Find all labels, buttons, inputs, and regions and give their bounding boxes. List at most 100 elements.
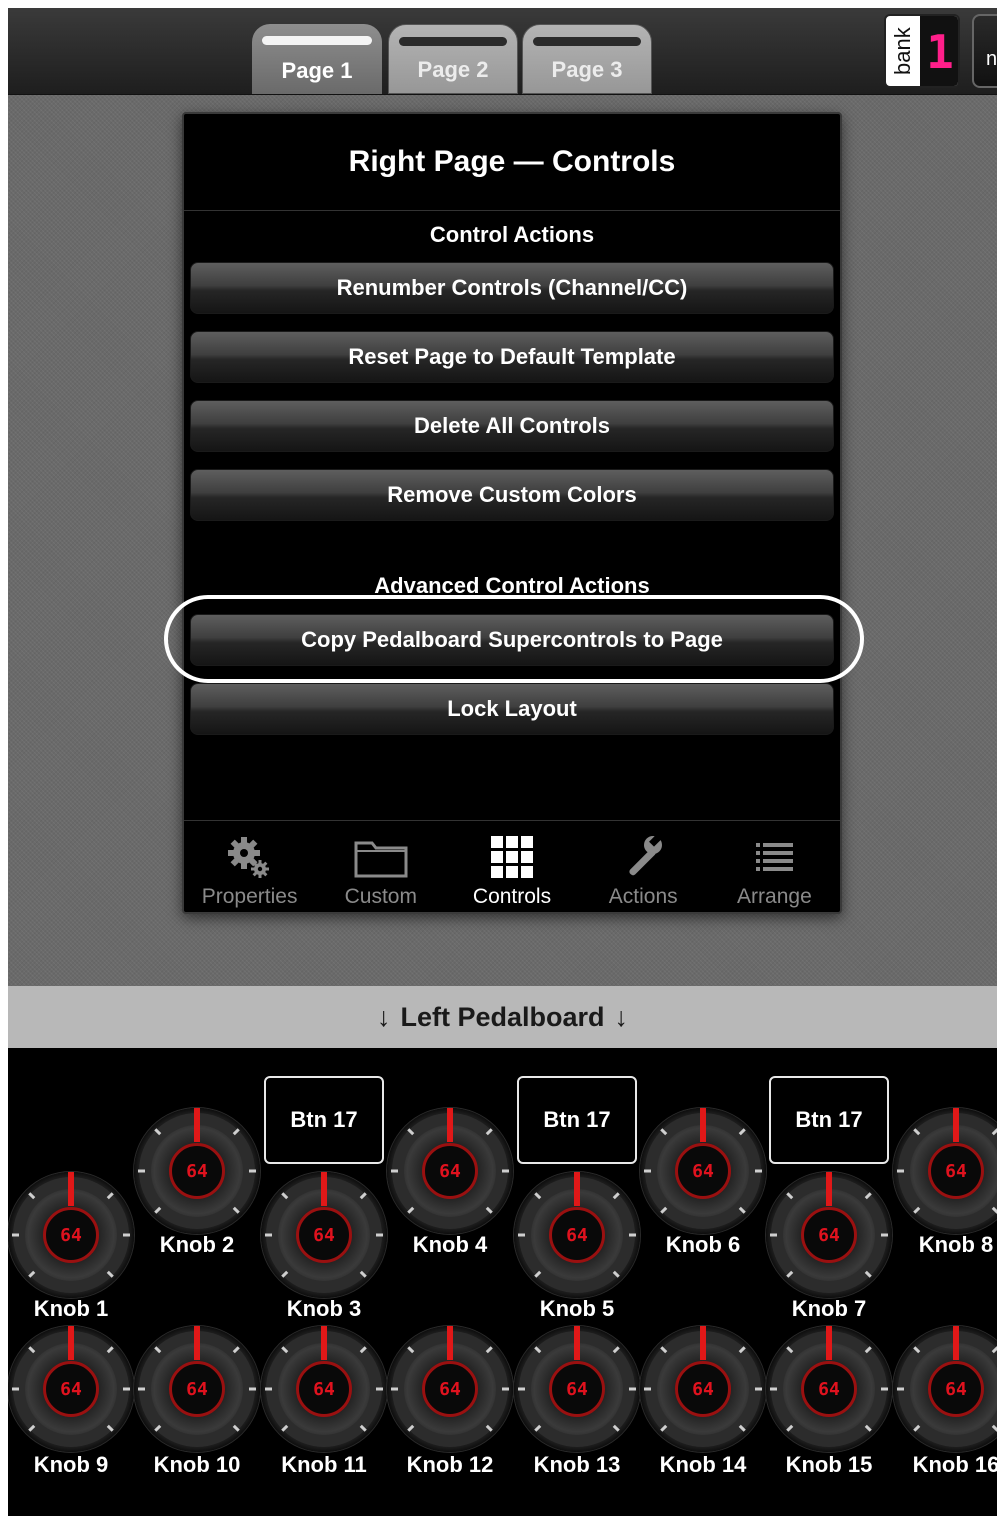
pad-button[interactable]: Btn 17	[517, 1076, 637, 1164]
next-button[interactable]: n	[972, 14, 997, 88]
knob-label: Knob 15	[785, 1452, 873, 1477]
knob-control[interactable]: 64	[134, 1108, 260, 1234]
tab-indicator	[533, 37, 641, 46]
reset-page-button[interactable]: Reset Page to Default Template	[190, 331, 834, 383]
down-arrow-icon: ↓	[376, 1001, 391, 1032]
knob-value: 64	[43, 1361, 99, 1417]
pedalboard-area: 64 Knob 1 64 Knob 2 64 Knob 3 64 Knob 4 64 Knob 5…	[8, 1048, 997, 1516]
knob-control[interactable]: 64	[261, 1326, 387, 1452]
tab-page-2[interactable]: Page 2	[388, 24, 518, 94]
knob-value: 64	[675, 1143, 731, 1199]
button-label: Copy Pedalboard Supercontrols to Page	[301, 627, 723, 652]
pad-button[interactable]: Btn 17	[264, 1076, 384, 1164]
button-label: Renumber Controls (Channel/CC)	[336, 275, 688, 300]
knob-label: Knob 14	[659, 1452, 747, 1477]
button-label: Delete All Controls	[414, 413, 610, 438]
knob-control[interactable]: 64	[134, 1326, 260, 1452]
bank-selector[interactable]: bank 1	[884, 14, 960, 88]
knob-control[interactable]: 64	[514, 1326, 640, 1452]
knob-label: Knob 4	[412, 1232, 488, 1257]
knob-value: 64	[422, 1143, 478, 1199]
knob-label: Knob 12	[406, 1452, 494, 1477]
bank-number: 1	[926, 25, 954, 79]
knob-label: Knob 2	[159, 1232, 235, 1257]
bank-number-display: 1	[920, 16, 958, 86]
knob-value: 64	[675, 1361, 731, 1417]
knob-label: Knob 5	[539, 1296, 615, 1321]
button-label: Remove Custom Colors	[387, 482, 637, 507]
knob-label: Knob 1	[33, 1296, 109, 1321]
section-control-actions: Control Actions	[429, 222, 595, 247]
knob-value: 64	[422, 1361, 478, 1417]
knob-control[interactable]: 64	[8, 1172, 134, 1298]
pad-label: Btn 17	[290, 1107, 358, 1132]
down-arrow-icon: ↓	[614, 1001, 629, 1032]
toolbar-arrange[interactable]: Arrange	[709, 821, 840, 913]
knob-label: Knob 3	[286, 1296, 362, 1321]
pedalboard-banner[interactable]: ↓ Left Pedalboard ↓	[8, 986, 997, 1048]
pad-button[interactable]: Btn 17	[769, 1076, 889, 1164]
next-button-label: n	[986, 48, 997, 70]
toolbar-label: Controls	[472, 885, 552, 908]
pad-label: Btn 17	[543, 1107, 611, 1132]
knob-label: Knob 8	[918, 1232, 994, 1257]
knob-value: 64	[928, 1143, 984, 1199]
knob-control[interactable]: 64	[893, 1326, 997, 1452]
section-advanced-actions: Advanced Control Actions	[374, 573, 650, 598]
grid-icon	[482, 835, 542, 881]
knob-control[interactable]: 64	[893, 1108, 997, 1234]
renumber-controls-button[interactable]: Renumber Controls (Channel/CC)	[190, 262, 834, 314]
toolbar-properties[interactable]: Properties	[184, 821, 315, 913]
lock-layout-button[interactable]: Lock Layout	[190, 683, 834, 735]
top-bar: Page 1 Page 2 Page 3 bank 1 n	[8, 8, 997, 95]
tab-indicator	[262, 36, 372, 45]
knob-value: 64	[549, 1207, 605, 1263]
knob-control[interactable]: 64	[387, 1108, 513, 1234]
knob-control[interactable]: 64	[640, 1108, 766, 1234]
knob-control[interactable]: 64	[261, 1172, 387, 1298]
delete-all-controls-button[interactable]: Delete All Controls	[190, 400, 834, 452]
knob-value: 64	[43, 1207, 99, 1263]
controls-popover: Right Page — Controls Control Actions Re…	[182, 112, 842, 914]
button-label: Reset Page to Default Template	[348, 344, 676, 369]
knob-label: Knob 13	[533, 1452, 621, 1477]
knob-value: 64	[801, 1207, 857, 1263]
banner-title: Left Pedalboard	[400, 1001, 605, 1032]
copy-supercontrols-button[interactable]: Copy Pedalboard Supercontrols to Page	[190, 614, 834, 666]
knob-control[interactable]: 64	[766, 1326, 892, 1452]
knob-value: 64	[296, 1361, 352, 1417]
knob-control[interactable]: 64	[387, 1326, 513, 1452]
knob-label: Knob 11	[281, 1452, 367, 1477]
bank-label: bank	[890, 27, 915, 75]
toolbar-label: Actions	[608, 885, 678, 908]
tab-label: Page 3	[551, 57, 623, 82]
tab-indicator	[399, 37, 507, 46]
popover-toolbar: Properties Custom Controls Actions Arran…	[184, 820, 840, 913]
gears-icon	[220, 835, 280, 881]
knob-value: 64	[169, 1143, 225, 1199]
popover-title: Right Page — Controls	[184, 114, 840, 211]
knob-label: Knob 7	[791, 1296, 867, 1321]
knob-control[interactable]: 64	[766, 1172, 892, 1298]
tab-page-1[interactable]: Page 1	[252, 24, 382, 94]
list-icon	[744, 835, 804, 881]
knob-value: 64	[928, 1361, 984, 1417]
knob-label: Knob 6	[665, 1232, 741, 1257]
pad-label: Btn 17	[795, 1107, 863, 1132]
remove-custom-colors-button[interactable]: Remove Custom Colors	[190, 469, 834, 521]
knob-value: 64	[801, 1361, 857, 1417]
knob-control[interactable]: 64	[514, 1172, 640, 1298]
toolbar-actions[interactable]: Actions	[578, 821, 709, 913]
toolbar-label: Properties	[201, 885, 298, 908]
toolbar-custom[interactable]: Custom	[315, 821, 446, 913]
knob-control[interactable]: 64	[640, 1326, 766, 1452]
knob-control[interactable]: 64	[8, 1326, 134, 1452]
tab-page-3[interactable]: Page 3	[522, 24, 652, 94]
knob-value: 64	[549, 1361, 605, 1417]
folder-icon	[351, 835, 411, 881]
knob-label: Knob 9	[33, 1452, 109, 1477]
knob-label: Knob 16	[912, 1452, 997, 1477]
tab-label: Page 2	[417, 57, 489, 82]
tab-label: Page 1	[281, 58, 353, 83]
toolbar-controls[interactable]: Controls	[446, 821, 577, 913]
